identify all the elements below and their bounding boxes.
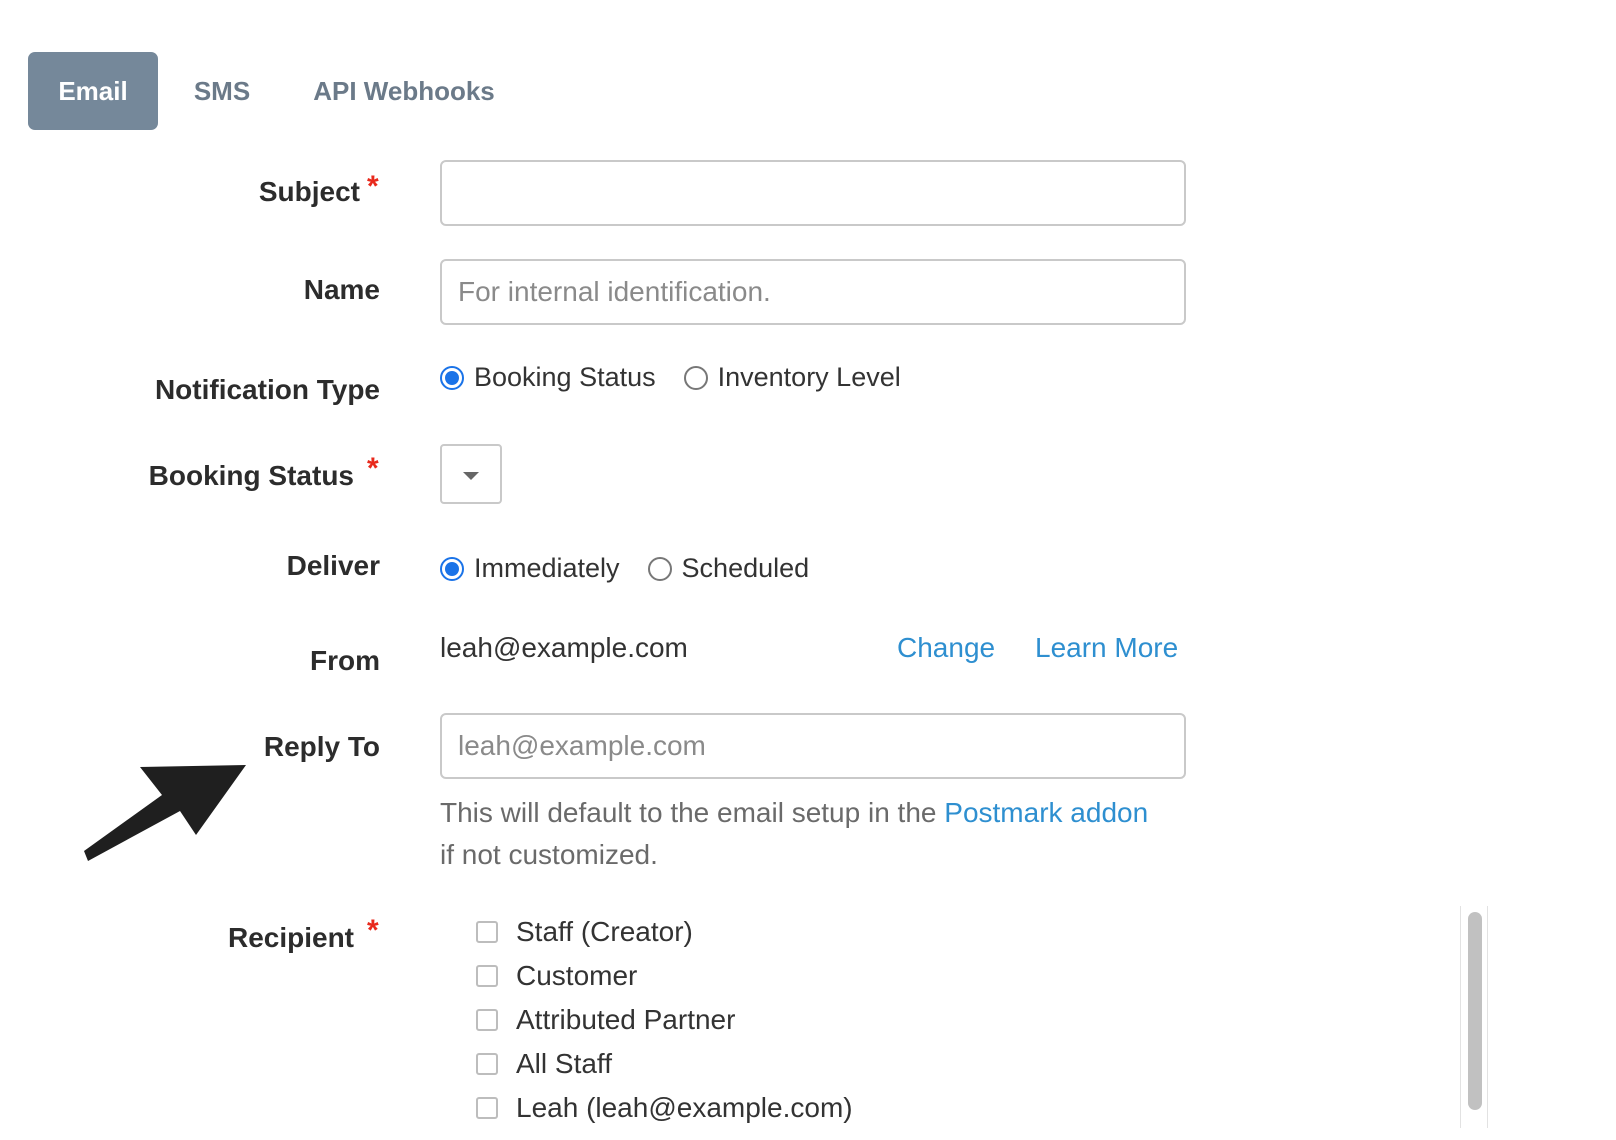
learn-more-link[interactable]: Learn More: [1035, 632, 1178, 664]
recipient-option-leah[interactable]: Leah (leah@example.com): [476, 1086, 853, 1130]
notification-type-radio-group: Booking Status Inventory Level: [440, 362, 929, 393]
recipient-option-all-staff[interactable]: All Staff: [476, 1042, 853, 1086]
checkbox-icon[interactable]: [476, 921, 498, 943]
radio-label: Scheduled: [681, 553, 810, 583]
notification-type-option-booking-status[interactable]: Booking Status: [440, 362, 656, 393]
recipient-scrollbar[interactable]: [1460, 906, 1488, 1128]
subject-input[interactable]: [440, 160, 1186, 226]
radio-label: Immediately: [474, 553, 620, 583]
tab-email[interactable]: Email: [28, 52, 158, 130]
annotation-arrow-icon: [84, 765, 246, 861]
radio-checked-icon[interactable]: [440, 365, 464, 390]
postmark-addon-link[interactable]: Postmark addon: [944, 797, 1148, 828]
checkbox-icon[interactable]: [476, 1009, 498, 1031]
recipient-option-staff-creator[interactable]: Staff (Creator): [476, 910, 853, 954]
name-input[interactable]: [440, 259, 1186, 325]
reply-to-label: Reply To: [263, 731, 380, 762]
deliver-option-immediately[interactable]: Immediately: [440, 553, 620, 584]
checkbox-label: Attributed Partner: [516, 1004, 736, 1035]
reply-to-help-text: This will default to the email setup in …: [440, 792, 1200, 876]
checkbox-icon[interactable]: [476, 1097, 498, 1119]
checkbox-icon[interactable]: [476, 965, 498, 987]
radio-unchecked-icon[interactable]: [647, 556, 672, 581]
radio-unchecked-icon[interactable]: [683, 365, 708, 390]
deliver-label: Deliver: [286, 550, 380, 581]
radio-checked-icon[interactable]: [440, 556, 464, 581]
recipient-option-customer[interactable]: Customer: [476, 954, 853, 998]
help-text-prefix: This will default to the email setup in …: [440, 797, 945, 828]
chevron-down-icon: [463, 472, 479, 480]
from-label: From: [310, 645, 380, 676]
checkbox-label: Customer: [516, 960, 638, 991]
help-text-suffix: if not customized.: [440, 839, 658, 870]
name-label: Name: [303, 274, 380, 305]
deliver-option-scheduled[interactable]: Scheduled: [647, 553, 810, 584]
subject-label: Subject: [258, 176, 360, 207]
change-sender-link[interactable]: Change: [897, 632, 995, 664]
from-email-value: leah@example.com: [440, 632, 688, 663]
checkbox-label: Staff (Creator): [516, 916, 693, 947]
recipient-option-attributed-partner[interactable]: Attributed Partner: [476, 998, 853, 1042]
subject-required-mark: *: [367, 170, 379, 203]
checkbox-label: Leah (leah@example.com): [516, 1092, 853, 1123]
reply-to-input[interactable]: [440, 713, 1186, 779]
radio-label: Booking Status: [474, 362, 656, 392]
recipient-label: Recipient: [227, 922, 354, 953]
tab-sms[interactable]: SMS: [178, 52, 266, 130]
recipient-checkbox-list: Staff (Creator) Customer Attributed Part…: [476, 910, 853, 1130]
booking-status-select[interactable]: [440, 444, 502, 504]
notification-type-option-inventory-level[interactable]: Inventory Level: [683, 362, 901, 393]
recipient-required-mark: *: [367, 914, 379, 947]
radio-label: Inventory Level: [717, 362, 901, 392]
checkbox-label: All Staff: [516, 1048, 612, 1079]
notification-type-label: Notification Type: [154, 374, 380, 405]
checkbox-icon[interactable]: [476, 1053, 498, 1075]
booking-status-required-mark: *: [367, 452, 379, 485]
booking-status-label: Booking Status: [148, 460, 354, 491]
tab-api-webhooks[interactable]: API Webhooks: [304, 52, 504, 130]
scrollbar-thumb[interactable]: [1468, 912, 1482, 1110]
deliver-radio-group: Immediately Scheduled: [440, 553, 837, 584]
